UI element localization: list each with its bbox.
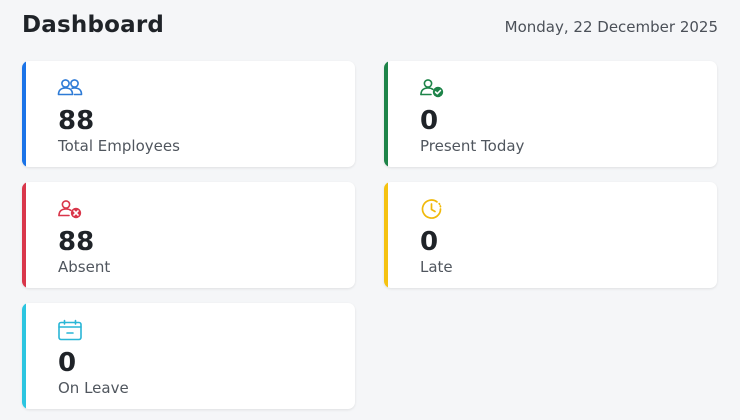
stat-value: 0 xyxy=(420,227,439,257)
card-accent-bar xyxy=(22,61,26,167)
stat-label: Absent xyxy=(58,258,111,276)
card-accent-bar xyxy=(384,182,388,288)
card-accent-bar xyxy=(384,61,388,167)
page-title: Dashboard xyxy=(22,12,165,38)
user-check-icon xyxy=(419,77,445,99)
stat-card-late[interactable]: 0 Late xyxy=(384,182,717,288)
stat-label: Late xyxy=(420,258,453,276)
stat-value: 0 xyxy=(420,106,439,136)
stat-label: On Leave xyxy=(58,379,129,397)
clock-icon xyxy=(419,198,445,220)
stat-value: 88 xyxy=(58,227,95,257)
stat-value: 88 xyxy=(58,106,95,136)
user-x-icon xyxy=(57,198,83,220)
stat-card-absent[interactable]: 88 Absent xyxy=(22,182,355,288)
card-accent-bar xyxy=(22,182,26,288)
page-header: Dashboard Monday, 22 December 2025 xyxy=(22,12,718,44)
users-icon xyxy=(57,77,83,99)
stat-value: 0 xyxy=(58,348,77,378)
stat-label: Total Employees xyxy=(58,137,180,155)
stat-card-total-employees[interactable]: 88 Total Employees xyxy=(22,61,355,167)
stat-card-present-today[interactable]: 0 Present Today xyxy=(384,61,717,167)
current-date: Monday, 22 December 2025 xyxy=(504,18,718,36)
calendar-icon xyxy=(57,319,83,341)
card-accent-bar xyxy=(22,303,26,409)
stat-card-on-leave[interactable]: 0 On Leave xyxy=(22,303,355,409)
stat-label: Present Today xyxy=(420,137,525,155)
